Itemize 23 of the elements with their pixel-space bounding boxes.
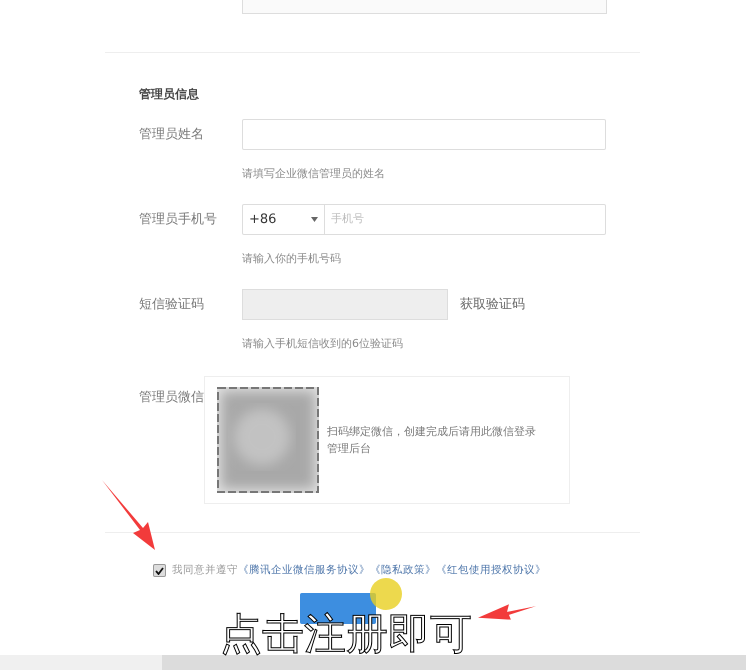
agreement-text: 我同意并遵守 [172, 563, 238, 578]
bottom-tab[interactable] [0, 655, 162, 670]
field-label: 短信验证码 [139, 296, 205, 314]
field-hint: 请输入手机短信收到的6位验证码 [242, 337, 403, 350]
field-label: 管理员手机号 [139, 210, 218, 229]
field-hint: 请输入你的手机号码 [242, 252, 341, 265]
phone-field[interactable]: +86 手机号 [242, 204, 606, 235]
phone-input[interactable]: 手机号 [325, 205, 605, 234]
video-subtitle: 点击注册即可 [220, 613, 472, 655]
agreement-link[interactable]: 《隐私政策》 [370, 563, 436, 579]
field-label: 管理员微信 [139, 390, 204, 405]
section-title: 管理员信息 [139, 86, 200, 103]
name-input[interactable] [242, 119, 606, 150]
agreement-link[interactable]: 《红包使用授权协议》 [436, 563, 546, 579]
agree-checkbox[interactable] [153, 564, 166, 578]
cursor-highlight [370, 578, 402, 610]
agreement-link[interactable]: 《腾讯企业微信服务协议》 [238, 563, 370, 579]
field-label: 管理员姓名 [139, 126, 205, 144]
caret-icon [311, 217, 318, 222]
field-hint: 请填写企业微信管理员的姓名 [242, 167, 385, 180]
input-field[interactable] [242, 0, 607, 14]
country-code-select[interactable]: +86 [243, 205, 325, 234]
qr-instruction: 扫码绑定微信，创建完成后请用此微信登录管理后台 [327, 424, 537, 457]
